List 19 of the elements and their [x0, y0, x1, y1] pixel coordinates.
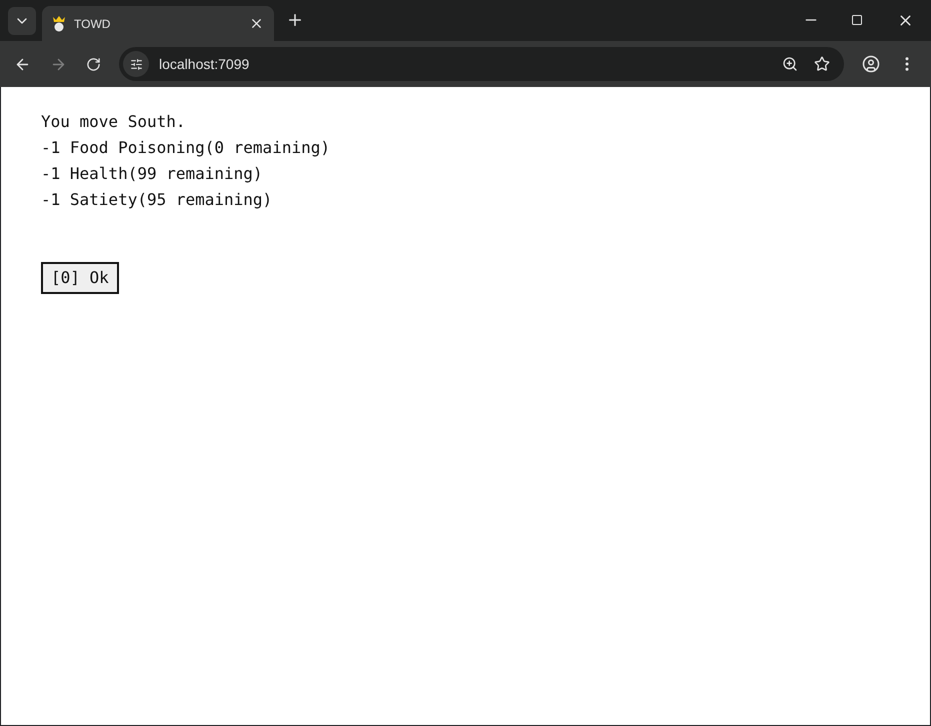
message-line: -1 Health(99 remaining) [41, 163, 263, 185]
browser-tab[interactable]: TOWD [42, 6, 274, 41]
message-line: You move South. [41, 111, 186, 133]
tab-list-button[interactable] [8, 7, 36, 35]
message-line: -1 Satiety(95 remaining) [41, 189, 272, 211]
profile-icon[interactable] [862, 55, 880, 73]
site-settings-button[interactable] [123, 51, 149, 77]
message-line: -1 Food Poisoning(0 remaining) [41, 137, 330, 159]
close-tab-icon[interactable] [249, 16, 264, 31]
new-tab-icon[interactable] [286, 11, 304, 29]
tab-title: TOWD [74, 16, 112, 32]
address-bar[interactable]: localhost:7099 [119, 47, 844, 81]
zoom-icon[interactable] [782, 56, 798, 72]
maximize-icon[interactable] [851, 14, 863, 26]
ok-button[interactable]: [0] Ok [41, 262, 119, 294]
reload-icon[interactable] [86, 56, 101, 72]
url-text: localhost:7099 [159, 54, 250, 74]
sliders-icon [130, 58, 142, 70]
bookmark-star-icon[interactable] [814, 56, 830, 72]
